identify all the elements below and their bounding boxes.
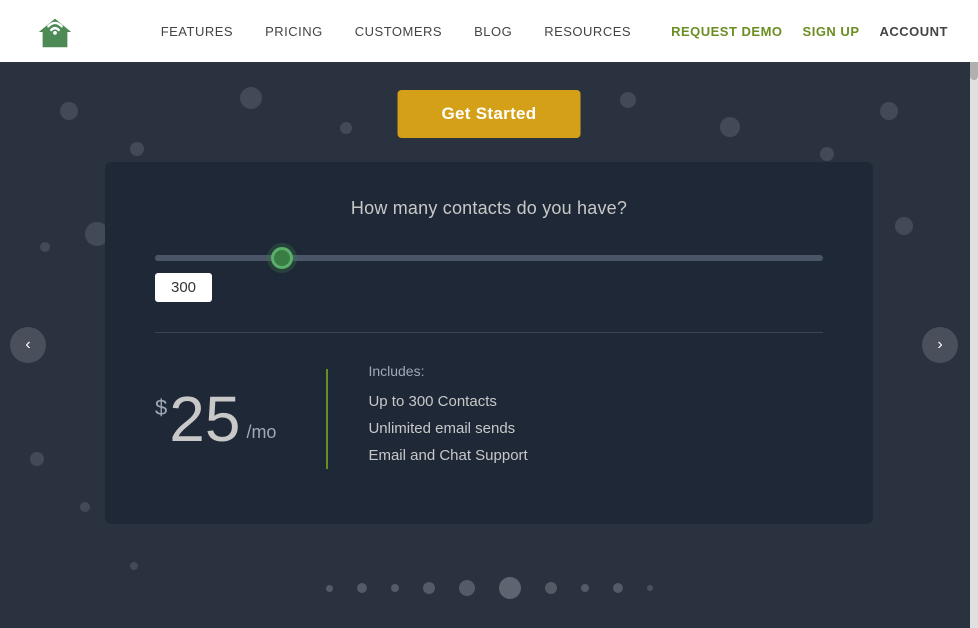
nav-link-pricing[interactable]: PRICING	[265, 24, 323, 39]
bottom-dot	[391, 584, 399, 592]
bottom-dot	[545, 582, 557, 594]
decor-dot	[895, 217, 913, 235]
includes-label: Includes:	[368, 363, 823, 379]
nav-link-blog[interactable]: BLOG	[474, 24, 512, 39]
decor-dot	[80, 502, 90, 512]
price-amount: $ 25 /mo	[155, 387, 276, 451]
feature-item-0: Up to 300 Contacts	[368, 393, 823, 410]
get-started-area: Get Started	[398, 90, 581, 138]
slider-thumb[interactable]	[271, 247, 293, 269]
decor-dot	[30, 452, 44, 466]
chevron-right-icon: ›	[937, 336, 942, 354]
decor-dot	[130, 142, 144, 156]
bottom-dot	[423, 582, 435, 594]
bottom-dot	[459, 580, 475, 596]
prev-arrow-button[interactable]: ‹	[10, 327, 46, 363]
feature-item-1: Unlimited email sends	[368, 420, 823, 437]
price-number: 25	[169, 387, 240, 451]
nav-link-resources[interactable]: RESOURCES	[544, 24, 631, 39]
bottom-dot	[613, 583, 623, 593]
vertical-divider	[326, 369, 328, 469]
contacts-question: How many contacts do you have?	[155, 198, 823, 219]
request-demo-button[interactable]: REQUEST DEMO	[671, 24, 782, 39]
slider-container: 300	[155, 255, 823, 302]
decor-dot	[40, 242, 50, 252]
logo	[30, 11, 80, 51]
decor-dot	[880, 102, 898, 120]
decor-dot	[620, 92, 636, 108]
bottom-dot	[647, 585, 653, 591]
nav-link-customers[interactable]: CUSTOMERS	[355, 24, 442, 39]
decor-dot	[340, 122, 352, 134]
decor-dot	[720, 117, 740, 137]
currency-symbol: $	[155, 395, 167, 421]
slider-fill	[155, 255, 289, 261]
pricing-divider	[155, 332, 823, 333]
hero-section: Get Started ‹ › How many contacts do you…	[0, 62, 978, 628]
bottom-dot	[499, 577, 521, 599]
slider-track[interactable]	[155, 255, 823, 261]
next-arrow-button[interactable]: ›	[922, 327, 958, 363]
pricing-bottom: $ 25 /mo Includes: Up to 300 Contacts Un…	[155, 363, 823, 474]
nav-actions: REQUEST DEMO SIGN UP ACCOUNT	[671, 24, 948, 39]
price-period: /mo	[246, 422, 276, 443]
bottom-dot	[357, 583, 367, 593]
bottom-dot	[326, 585, 333, 592]
nav-link-features[interactable]: FEATURES	[161, 24, 233, 39]
get-started-button[interactable]: Get Started	[398, 90, 581, 138]
pricing-card: How many contacts do you have? 300 $ 25 …	[105, 162, 873, 524]
bottom-dot	[581, 584, 589, 592]
decor-dot	[240, 87, 262, 109]
sign-up-button[interactable]: SIGN UP	[803, 24, 860, 39]
decor-dot	[60, 102, 78, 120]
includes-section: Includes: Up to 300 Contacts Unlimited e…	[368, 363, 823, 474]
account-button[interactable]: ACCOUNT	[880, 24, 949, 39]
feature-item-2: Email and Chat Support	[368, 447, 823, 464]
navbar: FEATURES PRICING CUSTOMERS BLOG RESOURCE…	[0, 0, 978, 62]
chevron-left-icon: ‹	[25, 336, 30, 354]
nav-links: FEATURES PRICING CUSTOMERS BLOG RESOURCE…	[161, 24, 631, 39]
decor-dot	[820, 147, 834, 161]
price-display-area: $ 25 /mo	[155, 387, 326, 451]
bottom-dots-row	[0, 548, 978, 628]
slider-value-display: 300	[155, 273, 212, 302]
logo-icon	[30, 11, 80, 51]
